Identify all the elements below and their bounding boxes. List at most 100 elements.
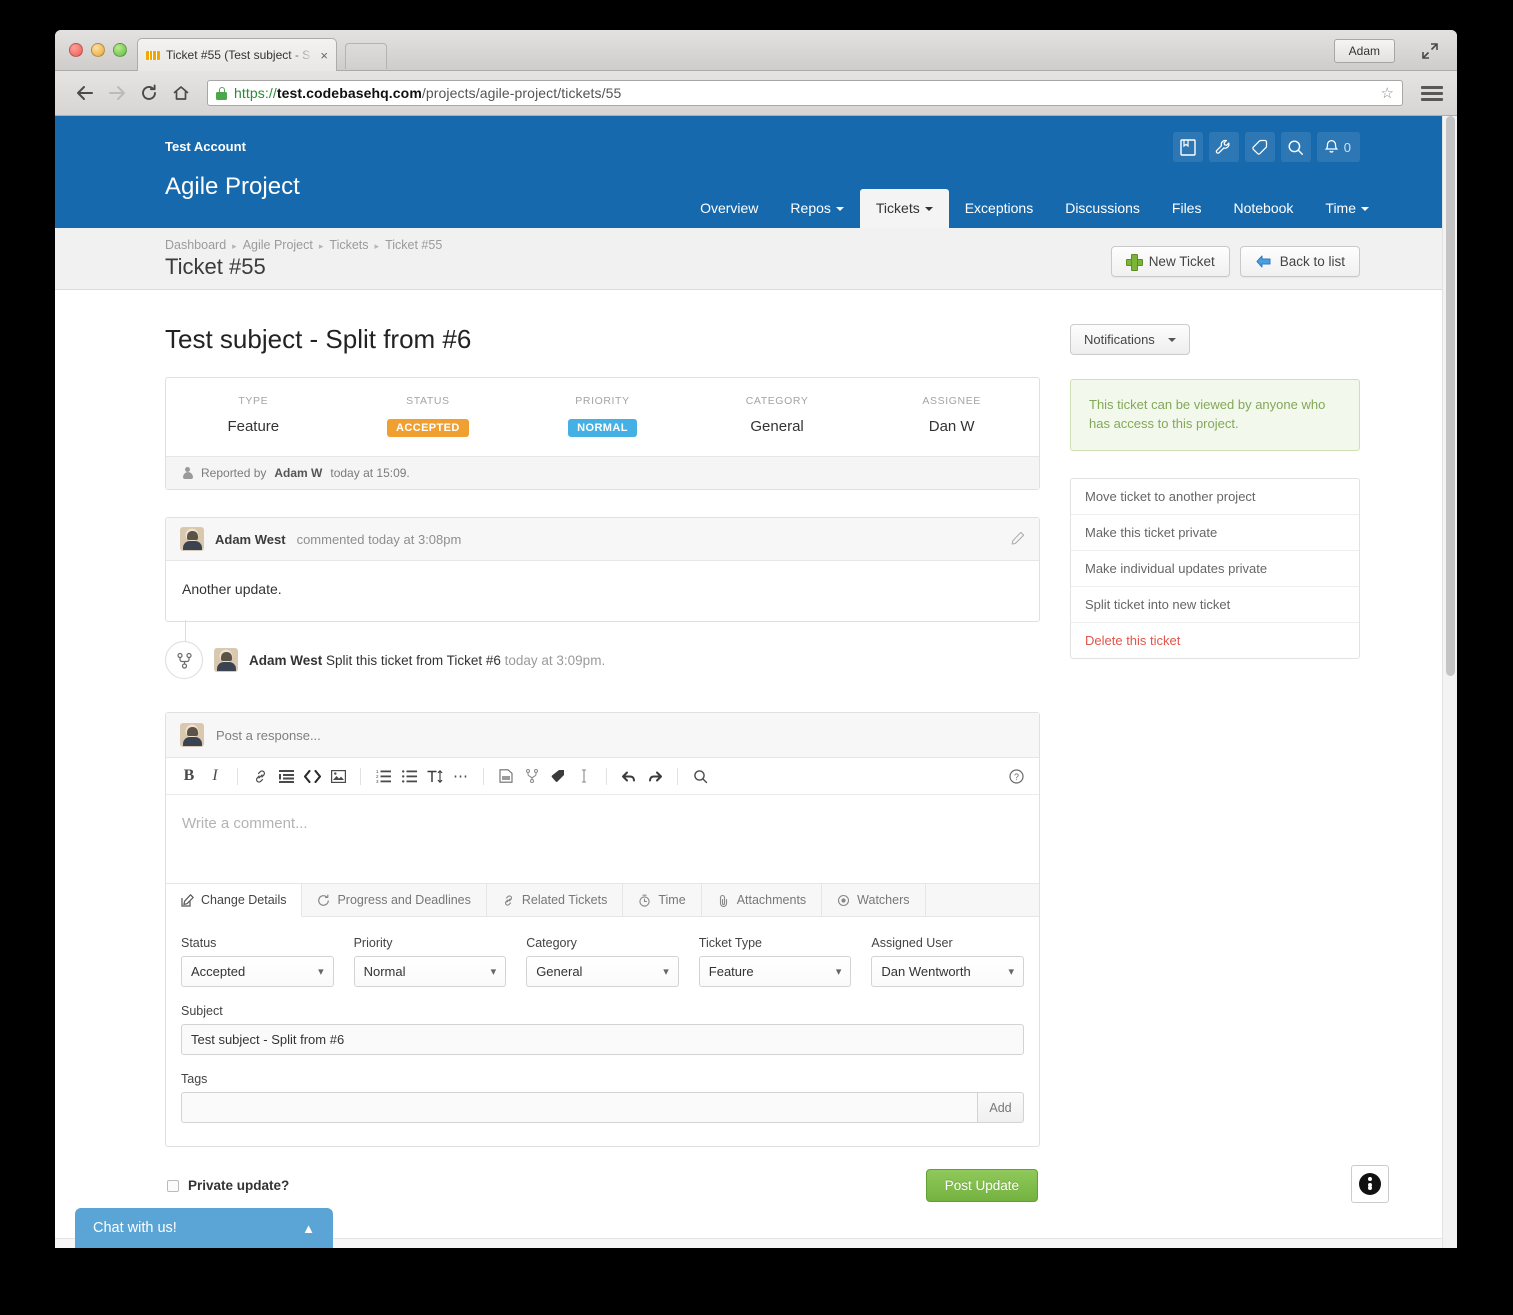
browser-tab[interactable]: Ticket #55 (Test subject - S × bbox=[137, 38, 337, 71]
link-icon[interactable] bbox=[247, 765, 273, 787]
document-icon[interactable] bbox=[493, 765, 519, 787]
app-header: Test Account Agile Project 0 Overview Re… bbox=[55, 116, 1457, 228]
new-tab-button[interactable] bbox=[345, 43, 387, 69]
assigned-user-select[interactable]: Dan Wentworth ▾ bbox=[871, 956, 1024, 987]
event-author[interactable]: Adam West bbox=[249, 653, 322, 668]
post-update-button[interactable]: Post Update bbox=[925, 1169, 1038, 1202]
nav-overview[interactable]: Overview bbox=[684, 189, 774, 228]
help-icon[interactable]: ? bbox=[1003, 765, 1029, 787]
image-icon[interactable] bbox=[325, 765, 351, 787]
bookmark-star-icon[interactable]: ☆ bbox=[1381, 84, 1394, 102]
breadcrumb-tickets[interactable]: Tickets bbox=[329, 238, 368, 252]
avatar bbox=[214, 648, 238, 672]
code-icon[interactable] bbox=[299, 765, 325, 787]
category-select[interactable]: General ▾ bbox=[526, 956, 679, 987]
action-make-updates-private[interactable]: Make individual updates private bbox=[1071, 551, 1359, 587]
field-priority: Priority Normal ▾ bbox=[353, 936, 507, 987]
window-controls[interactable] bbox=[69, 43, 127, 57]
select-value: General bbox=[536, 964, 583, 979]
branch-icon[interactable] bbox=[519, 765, 545, 787]
back-icon[interactable] bbox=[69, 78, 101, 108]
action-make-private[interactable]: Make this ticket private bbox=[1071, 515, 1359, 551]
search-icon[interactable] bbox=[687, 765, 713, 787]
maximize-window-button[interactable] bbox=[113, 43, 127, 57]
home-icon[interactable] bbox=[165, 78, 197, 108]
tab-attachments[interactable]: Attachments bbox=[702, 884, 823, 916]
event-row: Adam West Split this ticket from Ticket … bbox=[165, 620, 1040, 679]
tag-icon[interactable] bbox=[1244, 132, 1275, 162]
redo-icon[interactable] bbox=[642, 765, 668, 787]
back-to-list-button[interactable]: Back to list bbox=[1239, 246, 1360, 277]
chevron-down-icon: ▾ bbox=[490, 966, 497, 978]
address-bar[interactable]: https://test.codebasehq.com/projects/agi… bbox=[207, 80, 1403, 106]
meta-label: STATUS bbox=[406, 395, 450, 407]
blockquote-icon[interactable] bbox=[273, 765, 299, 787]
chat-widget[interactable]: Chat with us! ▲ bbox=[75, 1208, 333, 1248]
private-update-checkbox[interactable] bbox=[167, 1179, 179, 1192]
page-scrollbar[interactable] bbox=[1442, 116, 1457, 1248]
add-tag-button[interactable]: Add bbox=[978, 1092, 1024, 1123]
forward-icon[interactable] bbox=[101, 78, 133, 108]
comment-author[interactable]: Adam West bbox=[215, 532, 286, 547]
chevron-up-icon[interactable]: ▲ bbox=[302, 1221, 315, 1236]
action-split-ticket[interactable]: Split ticket into new ticket bbox=[1071, 587, 1359, 623]
edit-pencil-icon[interactable] bbox=[1011, 531, 1025, 548]
tags-input[interactable] bbox=[181, 1092, 978, 1123]
ordered-list-icon[interactable]: 123 bbox=[370, 765, 396, 787]
nav-exceptions[interactable]: Exceptions bbox=[949, 189, 1049, 228]
link-icon bbox=[504, 894, 512, 906]
ruler-icon[interactable] bbox=[571, 765, 597, 787]
status-select[interactable]: Accepted ▾ bbox=[181, 956, 334, 987]
reload-icon[interactable] bbox=[133, 78, 165, 108]
subject-input[interactable]: Test subject - Split from #6 bbox=[181, 1024, 1024, 1055]
breadcrumb-dashboard[interactable]: Dashboard bbox=[165, 238, 226, 252]
field-subject: Subject Test subject - Split from #6 bbox=[181, 1004, 1024, 1055]
undo-icon[interactable] bbox=[616, 765, 642, 787]
fullscreen-icon[interactable] bbox=[1421, 42, 1439, 60]
nav-repos[interactable]: Repos bbox=[774, 189, 859, 228]
nav-discussions[interactable]: Discussions bbox=[1049, 189, 1156, 228]
tab-time[interactable]: Time bbox=[623, 884, 702, 916]
nav-notebook[interactable]: Notebook bbox=[1217, 189, 1309, 228]
nav-files[interactable]: Files bbox=[1156, 189, 1218, 228]
tab-change-details[interactable]: Change Details bbox=[166, 884, 303, 917]
tab-watchers[interactable]: Watchers bbox=[822, 884, 926, 916]
account-name[interactable]: Test Account bbox=[165, 139, 246, 154]
comment-input[interactable]: Write a comment... bbox=[166, 795, 1039, 883]
favicon-icon bbox=[146, 48, 160, 62]
meta-value: Dan W bbox=[928, 418, 975, 435]
notifications-bell[interactable]: 0 bbox=[1316, 132, 1360, 162]
bold-icon[interactable]: B bbox=[176, 765, 202, 787]
nav-time[interactable]: Time bbox=[1309, 189, 1385, 228]
browser-profile-button[interactable]: Adam bbox=[1333, 39, 1395, 63]
tag-icon[interactable] bbox=[545, 765, 571, 787]
notifications-button[interactable]: Notifications bbox=[1070, 324, 1190, 355]
new-ticket-button[interactable]: New Ticket bbox=[1110, 246, 1230, 277]
tab-progress-deadlines[interactable]: Progress and Deadlines bbox=[302, 884, 487, 916]
browser-menu-icon[interactable] bbox=[1421, 85, 1443, 101]
accessibility-badge[interactable] bbox=[1351, 1165, 1389, 1203]
header-actions: New Ticket Back to list bbox=[1110, 246, 1360, 277]
ticket-type-select[interactable]: Feature ▾ bbox=[698, 956, 852, 987]
close-icon[interactable]: × bbox=[320, 48, 328, 63]
close-window-button[interactable] bbox=[69, 43, 83, 57]
notebook-icon[interactable] bbox=[1172, 132, 1203, 162]
project-name[interactable]: Agile Project bbox=[165, 173, 300, 201]
avatar bbox=[180, 723, 204, 747]
priority-select[interactable]: Normal ▾ bbox=[353, 956, 507, 987]
text-size-icon[interactable] bbox=[422, 765, 448, 787]
nav-tickets[interactable]: Tickets bbox=[859, 189, 949, 228]
italic-icon[interactable]: I bbox=[202, 765, 228, 787]
tab-related-tickets[interactable]: Related Tickets bbox=[487, 884, 624, 916]
minimize-window-button[interactable] bbox=[91, 43, 105, 57]
breadcrumb-project[interactable]: Agile Project bbox=[243, 238, 313, 252]
notifications-label: Notifications bbox=[1084, 332, 1155, 347]
wrench-icon[interactable] bbox=[1208, 132, 1239, 162]
browser-navbar: https://test.codebasehq.com/projects/agi… bbox=[55, 71, 1457, 116]
ticket-title: Test subject - Split from #6 bbox=[165, 324, 472, 354]
search-icon[interactable] bbox=[1280, 132, 1311, 162]
more-options-icon[interactable]: ⋯ bbox=[448, 765, 474, 787]
action-delete-ticket[interactable]: Delete this ticket bbox=[1071, 623, 1359, 658]
action-move-ticket[interactable]: Move ticket to another project bbox=[1071, 479, 1359, 515]
unordered-list-icon[interactable] bbox=[396, 765, 422, 787]
